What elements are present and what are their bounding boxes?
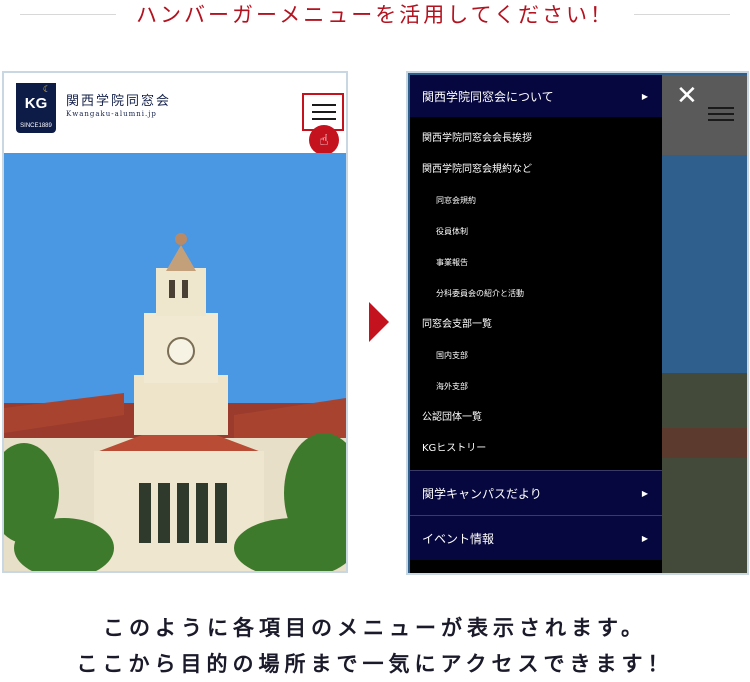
logo-since-text: SINCE1889 [20,123,52,129]
moon-icon: ☾ [42,85,51,95]
menu-item-events[interactable]: イベント情報 ▶ [410,515,662,560]
top-heading: ハンバーガーメニューを活用してください！ [136,3,614,27]
menu-item[interactable]: 公認団体一覧 [410,402,662,433]
arrow-right-icon [369,302,389,342]
site-url: Kwangaku-alumni.jp [66,110,157,118]
site-name: 関西学院同窓会 [66,94,172,109]
caption-line-2: ここから目的の場所まで一気にアクセスできます！ [76,652,674,676]
site-header: ☾ KG SINCE1889 関西学院同窓会 Kwangaku-alumni.j… [4,73,346,155]
nav-menu-panel: 関西学院同窓会について ▶ 関西学院同窓会会長挨拶 関西学院同窓会規約など 同窓… [410,75,662,573]
menu-item-events-label: イベント情報 [422,531,495,546]
menu-item[interactable]: KGヒストリー [410,433,662,464]
menu-subitem[interactable]: 分科委員会の紹介と活動 [410,278,662,309]
kg-logo[interactable]: ☾ KG SINCE1889 [16,83,56,133]
menu-sublist: 関西学院同窓会会長挨拶 関西学院同窓会規約など 同窓会規約 役員体制 事業報告 … [410,117,662,464]
campus-photo [4,153,346,571]
top-heading-bar: ハンバーガーメニューを活用してください！ [0,0,750,28]
hamburger-menu-icon [708,107,734,109]
menu-subitem[interactable]: 同窓会規約 [410,185,662,216]
chevron-right-icon: ▶ [641,533,648,543]
menu-item-about[interactable]: 関西学院同窓会について ▶ [410,75,662,117]
menu-subitem[interactable]: 海外支部 [410,371,662,402]
chevron-right-icon: ▶ [641,488,648,498]
close-icon: ✕ [676,81,698,111]
caption-line-1: このように各項目のメニューが表示されます。 [103,616,647,640]
menu-subitem[interactable]: 事業報告 [410,247,662,278]
menu-item[interactable]: 同窓会支部一覧 [410,309,662,340]
menu-item[interactable]: 関西学院同窓会会長挨拶 [410,123,662,154]
logo-kg-text: KG [24,95,48,112]
menu-item-campus-news[interactable]: 関学キャンパスだより ▶ [410,470,662,515]
menu-subitem[interactable]: 役員体制 [410,216,662,247]
chevron-right-icon: ▶ [641,91,648,101]
menu-item-campus-news-label: 関学キャンパスだより [422,486,542,501]
divider-left [20,13,117,15]
close-button[interactable]: ✕ [662,75,747,155]
menu-item-about-label: 関西学院同窓会について [422,89,554,104]
phone-after: ✕ 関西学院同窓会について ▶ 関西学院同窓会会長挨拶 関西学院同窓会規約など … [406,71,749,575]
menu-item[interactable]: 関西学院同窓会規約など [410,154,662,185]
hamburger-menu-icon [312,104,336,106]
phone-before: ☾ KG SINCE1889 関西学院同窓会 Kwangaku-alumni.j… [2,71,348,573]
pointer-hand-icon: ☝ [309,125,339,155]
divider-right [633,13,730,15]
menu-subitem[interactable]: 国内支部 [410,340,662,371]
bottom-caption: このように各項目のメニューが表示されます。 ここから目的の場所まで一気にアクセス… [0,610,750,682]
